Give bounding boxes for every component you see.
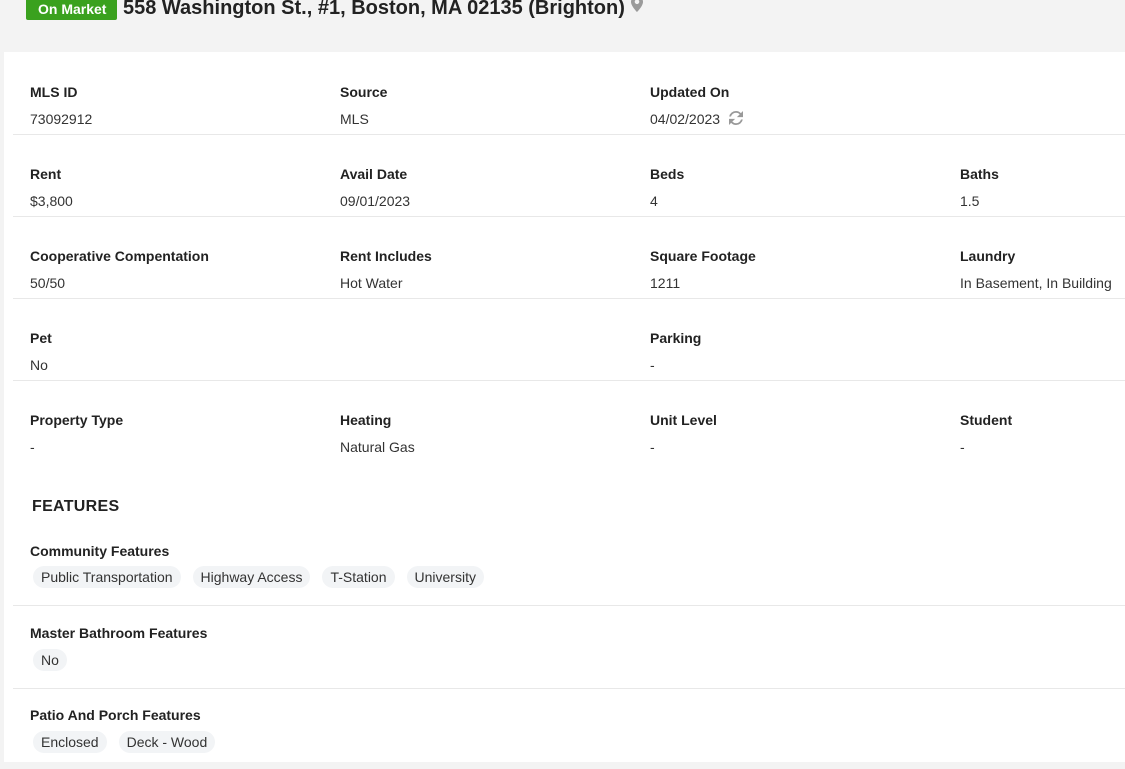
detail-value: - [650,357,655,373]
details-row: Property Type - Heating Natural Gas Unit… [13,380,1125,462]
feature-tags: Public Transportation Highway Access T-S… [33,566,484,588]
feature-tag: Deck - Wood [118,731,216,753]
detail-value: In Basement, In Building [960,275,1112,291]
detail-label: Rent [30,166,62,182]
detail-label: Heating [340,412,392,428]
detail-label: Pet [30,330,52,346]
detail-value: Hot Water [340,275,403,291]
detail-label: Cooperative Compentation [30,248,209,264]
detail-value: Natural Gas [340,439,415,455]
features-heading: FEATURES [32,498,120,515]
detail-value: - [960,439,965,455]
detail-label: Square Footage [650,248,756,264]
detail-label: Rent Includes [340,248,432,264]
feature-label: Patio And Porch Features [30,707,201,723]
detail-value: MLS [340,111,369,127]
feature-tag: Highway Access [192,566,311,588]
feature-tag: Enclosed [33,731,107,753]
detail-label: MLS ID [30,84,78,100]
details-row: Pet No Parking - [13,298,1125,381]
details-panel: MLS ID 73092912 Source MLS Updated On 04… [4,52,1125,762]
detail-value: 1.5 [960,193,980,209]
feature-tag: T-Station [322,566,395,588]
feature-tag: No [33,649,67,671]
feature-group-master-bathroom: Master Bathroom Features No [13,606,1125,689]
details-row: Rent $3,800 Avail Date 09/01/2023 Beds 4… [13,134,1125,217]
detail-label: Beds [650,166,685,182]
detail-value: 50/50 [30,275,66,291]
detail-label: Updated On [650,84,730,100]
detail-value: - [30,439,35,455]
updated-date: 04/02/2023 [650,111,721,127]
feature-label: Master Bathroom Features [30,625,208,641]
detail-label: Parking [650,330,702,346]
address-text: 558 Washington St., #1, Boston, MA 02135… [123,0,625,19]
detail-label: Source [340,84,388,100]
detail-value: 73092912 [30,111,93,127]
feature-tags: Enclosed Deck - Wood [33,731,216,753]
address-title: 558 Washington St., #1, Boston, MA 02135… [123,0,643,23]
detail-value: $3,800 [30,193,73,209]
detail-label: Baths [960,166,999,182]
feature-label: Community Features [30,543,170,559]
detail-value: - [650,439,655,455]
detail-label: Avail Date [340,166,408,182]
feature-tag: Public Transportation [33,566,181,588]
listing-header: On Market 558 Washington St., #1, Boston… [0,0,1125,52]
detail-label: Laundry [960,248,1016,264]
detail-label: Unit Level [650,412,717,428]
detail-value: 04/02/2023 [650,110,744,129]
feature-group-patio-porch: Patio And Porch Features Enclosed Deck -… [13,689,1125,769]
status-badge: On Market [26,0,118,20]
feature-tags: No [33,649,67,671]
map-pin-icon[interactable] [630,0,643,20]
feature-group-community: Community Features Public Transportation… [13,524,1125,606]
detail-value: 1211 [650,275,681,291]
feature-tag: University [406,566,484,588]
details-row: Cooperative Compentation 50/50 Rent Incl… [13,216,1125,299]
detail-value: 4 [650,193,658,209]
details-row: MLS ID 73092912 Source MLS Updated On 04… [13,52,1125,135]
detail-label: Property Type [30,412,124,428]
detail-value: 09/01/2023 [340,193,411,209]
refresh-icon[interactable] [729,110,744,128]
detail-label: Student [960,412,1013,428]
detail-value: No [30,357,48,373]
